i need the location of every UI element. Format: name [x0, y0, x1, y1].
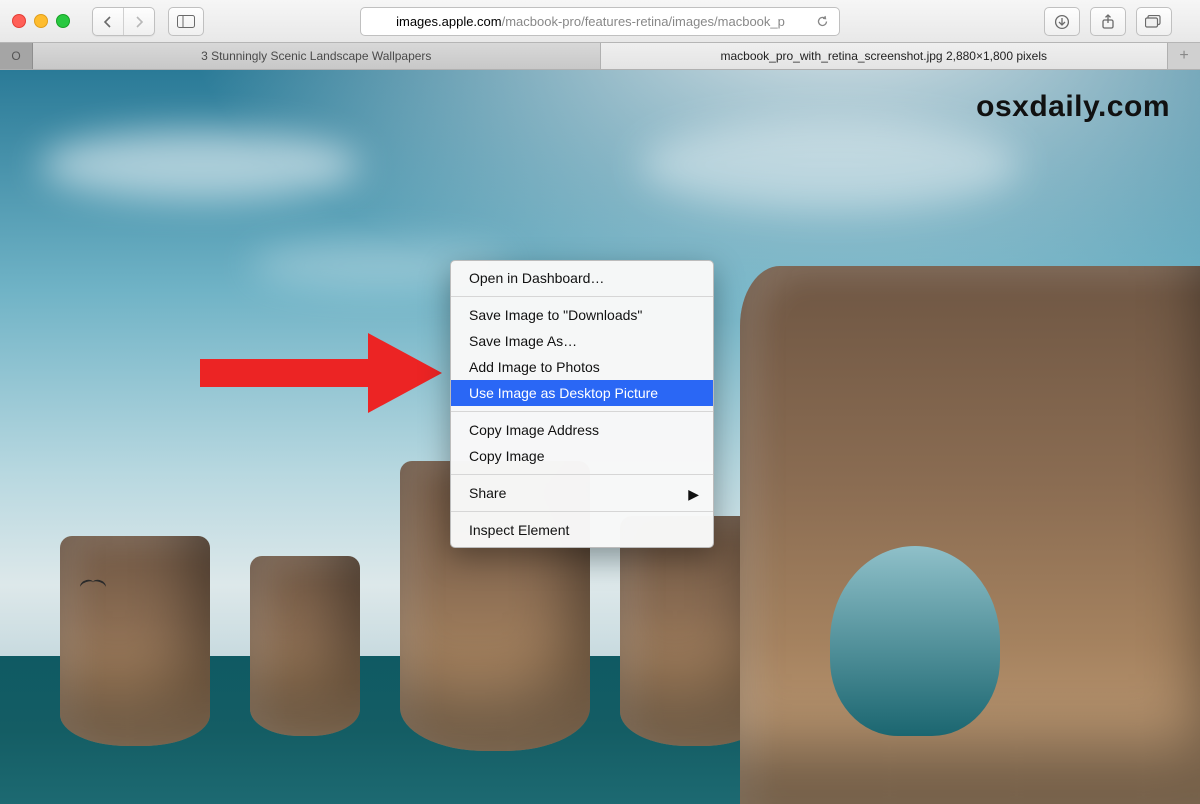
pinned-sidebar-indicator[interactable]: O — [0, 43, 33, 69]
ctx-label: Inspect Element — [469, 522, 569, 538]
ctx-label: Save Image As… — [469, 333, 577, 349]
cloud-deco — [640, 120, 1020, 210]
ctx-separator — [451, 474, 713, 475]
ctx-use-as-desktop-picture[interactable]: Use Image as Desktop Picture — [451, 380, 713, 406]
ctx-label: Copy Image — [469, 448, 544, 464]
pinned-label: O — [11, 49, 20, 63]
reload-icon[interactable] — [816, 15, 829, 28]
context-menu: Open in Dashboard… Save Image to "Downlo… — [450, 260, 714, 548]
ctx-copy-image[interactable]: Copy Image — [451, 443, 713, 469]
ctx-inspect-element[interactable]: Inspect Element — [451, 517, 713, 543]
ctx-label: Open in Dashboard… — [469, 270, 604, 286]
back-button[interactable] — [93, 8, 123, 35]
address-url: images.apple.com/macbook-pro/features-re… — [371, 14, 810, 29]
fullscreen-window-button[interactable] — [56, 14, 70, 28]
arch-hole — [830, 546, 1000, 736]
ctx-separator — [451, 296, 713, 297]
ctx-open-in-dashboard[interactable]: Open in Dashboard… — [451, 265, 713, 291]
cloud-deco — [40, 130, 360, 200]
ctx-separator — [451, 511, 713, 512]
close-window-button[interactable] — [12, 14, 26, 28]
page-content[interactable]: osxdaily.com Open in Dashboard… Save Ima… — [0, 70, 1200, 804]
ctx-save-to-downloads[interactable]: Save Image to "Downloads" — [451, 302, 713, 328]
tabs-overview-button[interactable] — [1136, 7, 1172, 36]
ctx-copy-image-address[interactable]: Copy Image Address — [451, 417, 713, 443]
rock-arch — [740, 266, 1200, 804]
tab-2-label: macbook_pro_with_retina_screenshot.jpg 2… — [720, 49, 1047, 63]
tab-bar: O 3 Stunningly Scenic Landscape Wallpape… — [0, 43, 1200, 70]
sidebar-toggle-button[interactable] — [168, 7, 204, 36]
watermark-text: osxdaily.com — [976, 90, 1170, 124]
ctx-label: Save Image to "Downloads" — [469, 307, 642, 323]
ctx-label: Use Image as Desktop Picture — [469, 385, 658, 401]
annotation-arrow — [200, 345, 450, 401]
ctx-label: Add Image to Photos — [469, 359, 600, 375]
rock — [60, 536, 210, 746]
ctx-share[interactable]: Share ▶ — [451, 480, 713, 506]
rock — [250, 556, 360, 736]
ctx-label: Copy Image Address — [469, 422, 599, 438]
downloads-button[interactable] — [1044, 7, 1080, 36]
tab-1-label: 3 Stunningly Scenic Landscape Wallpapers — [201, 49, 431, 63]
ctx-add-to-photos[interactable]: Add Image to Photos — [451, 354, 713, 380]
tab-2[interactable]: macbook_pro_with_retina_screenshot.jpg 2… — [601, 43, 1169, 69]
address-bar[interactable]: images.apple.com/macbook-pro/features-re… — [360, 7, 840, 36]
nav-back-forward — [92, 7, 155, 36]
ctx-label: Share — [469, 485, 506, 501]
new-tab-button[interactable]: + — [1168, 43, 1200, 69]
window-controls — [12, 14, 70, 28]
submenu-arrow-icon: ▶ — [688, 484, 699, 504]
ctx-save-image-as[interactable]: Save Image As… — [451, 328, 713, 354]
minimize-window-button[interactable] — [34, 14, 48, 28]
ctx-separator — [451, 411, 713, 412]
safari-window: images.apple.com/macbook-pro/features-re… — [0, 0, 1200, 804]
tab-1[interactable]: 3 Stunningly Scenic Landscape Wallpapers — [33, 43, 601, 69]
forward-button[interactable] — [123, 8, 154, 35]
toolbar: images.apple.com/macbook-pro/features-re… — [0, 0, 1200, 43]
bird — [80, 580, 106, 590]
share-button[interactable] — [1090, 7, 1126, 36]
